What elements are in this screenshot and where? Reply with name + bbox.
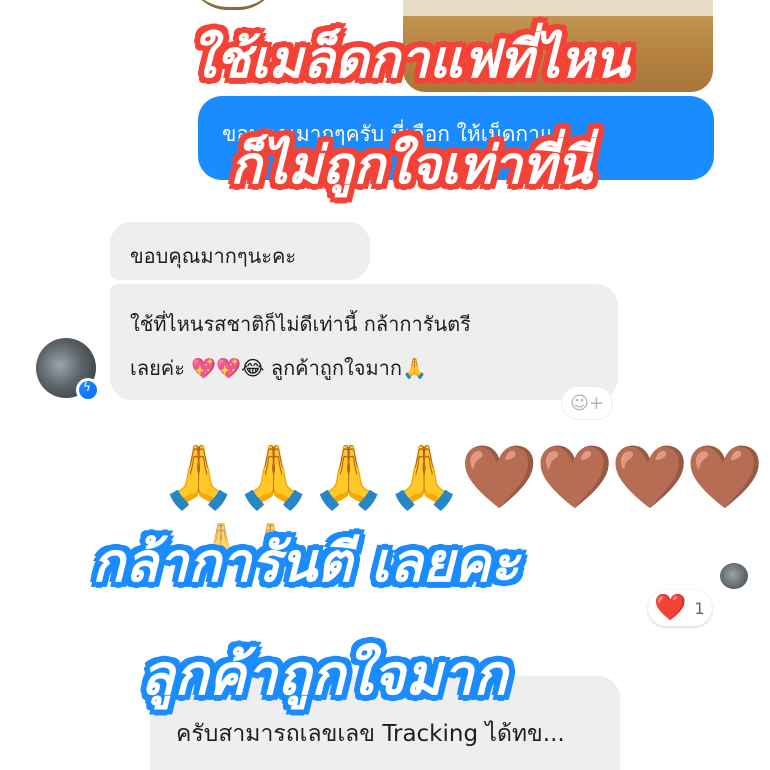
heart-icon: ❤️ — [654, 593, 687, 623]
reaction-badge[interactable]: ❤️ 1 — [648, 590, 712, 626]
overlay-caption: ใช้เมล็ดกาแฟที่ไหน — [190, 30, 630, 90]
overlay-caption: ลูกค้าถูกใจมาก — [140, 643, 508, 708]
received-message-text: ใช้ที่ไหนรสชาติก็ไม่ดีเท่านี้ กล้าการันต… — [130, 312, 471, 336]
received-message-bubble[interactable]: ขอบคุณมากๆนะคะ — [110, 222, 370, 280]
emoji-reply: 🙏🙏🙏🙏🤎🤎🤎🤎 — [160, 440, 764, 513]
overlay-caption: กล้าการันตี เลยคะ — [92, 531, 520, 594]
top-avatar — [188, 0, 278, 10]
received-message-text: เลยค่ะ 💖💖😂 ลูกค้าถูกใจมาก🙏 — [130, 356, 427, 380]
received-message-text: ครับสามารถเลขเลข Tracking ได้ทข... — [176, 721, 565, 747]
read-receipt-avatar — [720, 563, 748, 589]
received-message-text: ขอบคุณมากๆนะคะ — [130, 244, 297, 268]
smile-plus-icon: ☺+ — [570, 392, 604, 414]
overlay-caption: ก็ไม่ถูกใจเท่าที่นี่ — [230, 136, 592, 196]
messenger-icon — [76, 378, 100, 402]
received-message-bubble[interactable]: ใช้ที่ไหนรสชาติก็ไม่ดีเท่านี้ กล้าการันต… — [110, 284, 618, 400]
reaction-count: 1 — [694, 598, 705, 618]
add-reaction-button[interactable]: ☺+ — [562, 387, 612, 419]
